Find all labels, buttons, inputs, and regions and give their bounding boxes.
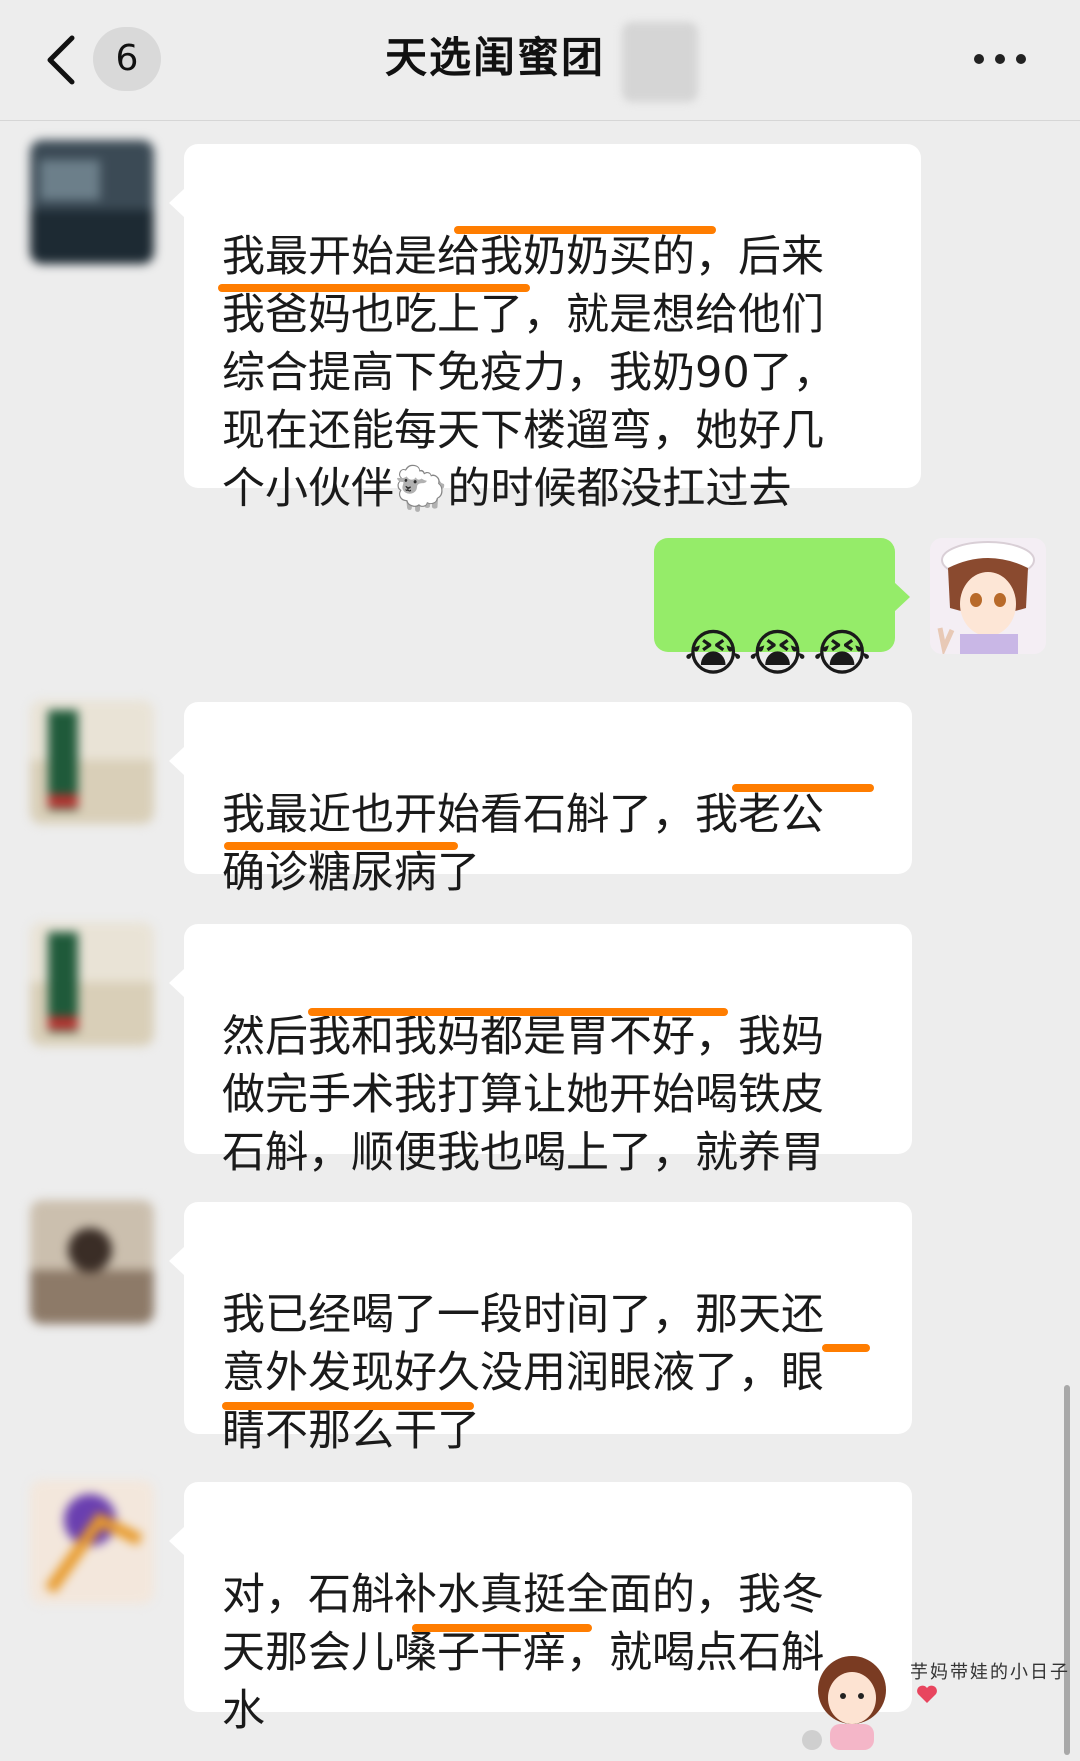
highlight-underline (822, 1344, 870, 1352)
message-bubble-self[interactable]: 😭😭😭 (654, 538, 910, 682)
message-bubble[interactable]: 我已经喝了一段时间了，那天还 意外发现好久没用润眼液了，眼 睛不那么干了 (169, 1202, 912, 1456)
avatar[interactable] (30, 1200, 154, 1324)
watermark-avatar-icon (802, 1656, 886, 1750)
message-bubble[interactable]: 我最近也开始看石斛了，我老公 确诊糖尿病了 (169, 702, 912, 898)
avatar[interactable] (30, 700, 154, 824)
highlight-underline (218, 284, 530, 292)
chat-header: 6 天选闺蜜团 (0, 0, 1080, 121)
chevron-left-icon (47, 35, 75, 85)
highlight-underline (224, 842, 458, 850)
ellipsis-icon (974, 54, 984, 64)
highlight-underline (222, 1402, 474, 1410)
avatar[interactable] (30, 140, 154, 264)
highlight-underline (308, 1008, 728, 1016)
unread-count-badge[interactable]: 6 (93, 27, 161, 91)
message-bubble[interactable]: 然后我和我妈都是胃不好，我妈 做完手术我打算让她开始喝铁皮 石斛，顺便我也喝上了… (169, 924, 912, 1178)
self-avatar[interactable] (930, 538, 1046, 654)
highlight-underline (732, 784, 874, 792)
message-text: 我已经喝了一段时间了，那天还 意外发现好久没用润眼液了，眼 睛不那么干了 (222, 1290, 824, 1456)
message-bubble[interactable]: 我最开始是给我奶奶买的，后来 我爸妈也吃上了，就是想给他们 综合提高下免疫力，我… (169, 144, 921, 514)
blurred-member-count (622, 22, 698, 102)
more-button[interactable] (972, 40, 1028, 76)
heart-icon (917, 1685, 937, 1703)
message-text: 我最开始是给我奶奶买的，后来 我爸妈也吃上了，就是想给他们 综合提高下免疫力，我… (222, 232, 836, 514)
highlight-underline (454, 226, 716, 234)
back-button[interactable] (40, 30, 90, 90)
message-text: 😭😭😭 (684, 624, 878, 682)
avatar[interactable] (30, 1480, 154, 1604)
message-text: 然后我和我妈都是胃不好，我妈 做完手术我打算让她开始喝铁皮 石斛，顺便我也喝上了… (222, 1012, 824, 1178)
watermark-text: 芋妈带娃的小日子 (910, 1662, 1070, 1683)
watermark: 芋妈带娃的小日子 (800, 1640, 1080, 1757)
highlight-underline (412, 1624, 592, 1632)
chat-title: 天选闺蜜团 (385, 33, 606, 82)
avatar[interactable] (30, 922, 154, 1046)
message-text: 对，石斛补水真挺全面的，我冬 天那会儿嗓子干痒，就喝点石斛 水 (222, 1570, 824, 1736)
